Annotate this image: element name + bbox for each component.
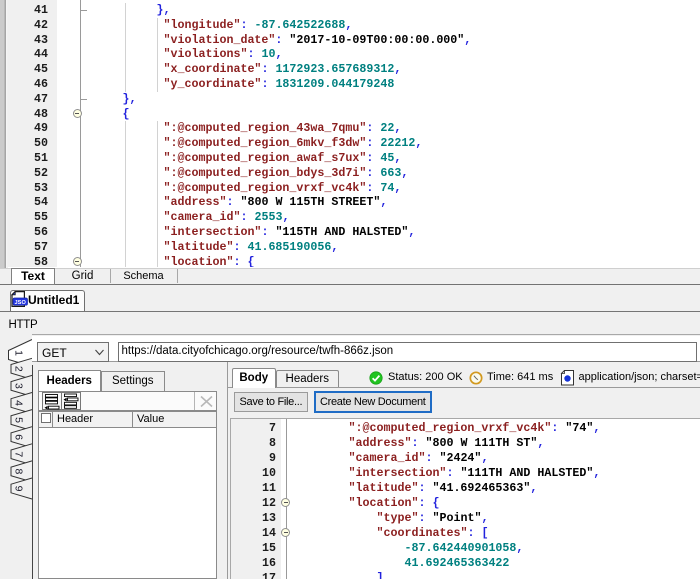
svg-text:6: 6 [13, 434, 25, 440]
svg-text:JSO: JSO [14, 300, 26, 306]
svg-text:9: 9 [13, 486, 25, 492]
svg-text:3: 3 [13, 383, 25, 389]
svg-text:8: 8 [13, 468, 25, 474]
svg-text:4: 4 [13, 400, 25, 406]
svg-text:1: 1 [13, 350, 25, 356]
svg-text:2: 2 [13, 366, 25, 372]
svg-text:5: 5 [13, 417, 25, 423]
svg-text:7: 7 [13, 451, 25, 457]
